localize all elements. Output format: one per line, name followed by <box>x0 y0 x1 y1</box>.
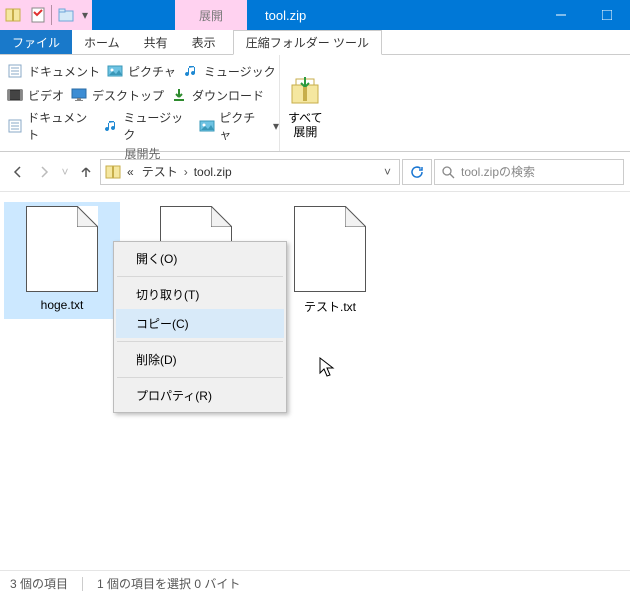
context-menu: 開く(O) 切り取り(T) コピー(C) 削除(D) プロパティ(R) <box>113 241 287 413</box>
search-input[interactable] <box>461 165 617 179</box>
status-bar: 3 個の項目 1 個の項目を選択 0 バイト <box>0 570 630 596</box>
ctx-separator <box>117 341 283 342</box>
ctx-properties[interactable]: プロパティ(R) <box>116 381 284 410</box>
address-dropdown-icon[interactable]: ˅ <box>378 165 397 179</box>
search-icon <box>441 165 455 179</box>
nav-recent-dropdown[interactable]: ˅ <box>58 160 72 184</box>
maximize-button[interactable] <box>584 0 630 30</box>
status-item-count: 3 個の項目 <box>10 575 68 592</box>
qat-newfolder-icon[interactable] <box>53 3 78 28</box>
file-item[interactable]: テスト.txt <box>272 202 388 319</box>
breadcrumb-folder[interactable]: テスト <box>138 163 182 180</box>
dest-documents-2[interactable]: ドキュメント <box>6 109 96 143</box>
nav-forward-button[interactable] <box>32 160 56 184</box>
qat-properties-icon[interactable] <box>25 3 50 28</box>
dest-pictures[interactable]: ピクチャ <box>106 62 176 80</box>
tab-view[interactable]: 表示 <box>180 30 228 54</box>
ribbon-group-destination: ドキュメント ピクチャ ミュージック ビデオ デスクトップ ダウンロード ドキュ… <box>0 55 280 151</box>
extract-all-icon <box>288 73 322 107</box>
ribbon-extract-all[interactable]: すべて 展開 <box>280 55 331 151</box>
file-pane[interactable]: hoge.txt テスト.txt 開く(O) 切り取り(T) コピー(C) <box>0 192 630 570</box>
status-separator <box>82 577 83 591</box>
qat-customize-icon[interactable]: ▾ <box>78 3 92 28</box>
search-box[interactable] <box>434 159 624 185</box>
dest-downloads[interactable]: ダウンロード <box>170 86 264 104</box>
status-selection: 1 個の項目を選択 0 バイト <box>97 575 240 592</box>
refresh-button[interactable] <box>402 159 432 185</box>
title-bar: ▾ 展開 tool.zip <box>0 0 630 30</box>
dest-desktop[interactable]: デスクトップ <box>70 86 164 104</box>
ctx-open[interactable]: 開く(O) <box>116 244 284 273</box>
ctx-separator <box>117 377 283 378</box>
ribbon: ドキュメント ピクチャ ミュージック ビデオ デスクトップ ダウンロード ドキュ… <box>0 55 630 152</box>
file-item[interactable]: hoge.txt <box>4 202 120 319</box>
qat-separator <box>51 5 52 25</box>
breadcrumb-root[interactable]: « <box>123 165 138 179</box>
dest-music[interactable]: ミュージック <box>182 62 276 80</box>
tab-share[interactable]: 共有 <box>132 30 180 54</box>
tab-compressed-tools[interactable]: 圧縮フォルダー ツール <box>233 30 382 55</box>
file-label: hoge.txt <box>41 298 84 312</box>
breadcrumb-archive[interactable]: tool.zip <box>190 165 236 179</box>
cursor-icon <box>319 357 337 379</box>
breadcrumb-bar[interactable]: « テスト › tool.zip ˅ <box>100 159 400 185</box>
minimize-button[interactable] <box>538 0 584 30</box>
dest-more-dropdown[interactable]: ▾ <box>273 119 279 133</box>
text-file-icon <box>294 206 366 292</box>
ctx-cut[interactable]: 切り取り(T) <box>116 280 284 309</box>
text-file-icon <box>26 206 98 292</box>
tab-home[interactable]: ホーム <box>72 30 132 54</box>
contextual-tab-header: 展開 <box>174 0 247 30</box>
dest-pictures-2[interactable]: ピクチャ <box>198 109 265 143</box>
dest-video[interactable]: ビデオ <box>6 86 64 104</box>
dest-music-2[interactable]: ミュージック <box>102 109 192 143</box>
quick-access-toolbar: ▾ <box>0 0 92 30</box>
folder-zip-icon <box>103 162 123 182</box>
window-title: tool.zip <box>247 0 538 30</box>
nav-back-button[interactable] <box>6 160 30 184</box>
explorer-window: ▾ 展開 tool.zip ファイル ホーム 共有 表示 圧縮フォルダー ツール… <box>0 0 630 596</box>
ctx-separator <box>117 276 283 277</box>
tab-file[interactable]: ファイル <box>0 30 72 54</box>
ctx-copy[interactable]: コピー(C) <box>116 309 284 338</box>
qat-archive-icon[interactable] <box>0 3 25 28</box>
ctx-delete[interactable]: 削除(D) <box>116 345 284 374</box>
address-bar: ˅ « テスト › tool.zip ˅ <box>0 152 630 192</box>
file-label: テスト.txt <box>304 298 356 315</box>
nav-up-button[interactable] <box>74 160 98 184</box>
ribbon-tabs: ファイル ホーム 共有 表示 圧縮フォルダー ツール <box>0 30 630 55</box>
chevron-right-icon[interactable]: › <box>182 165 190 179</box>
dest-documents[interactable]: ドキュメント <box>6 62 100 80</box>
